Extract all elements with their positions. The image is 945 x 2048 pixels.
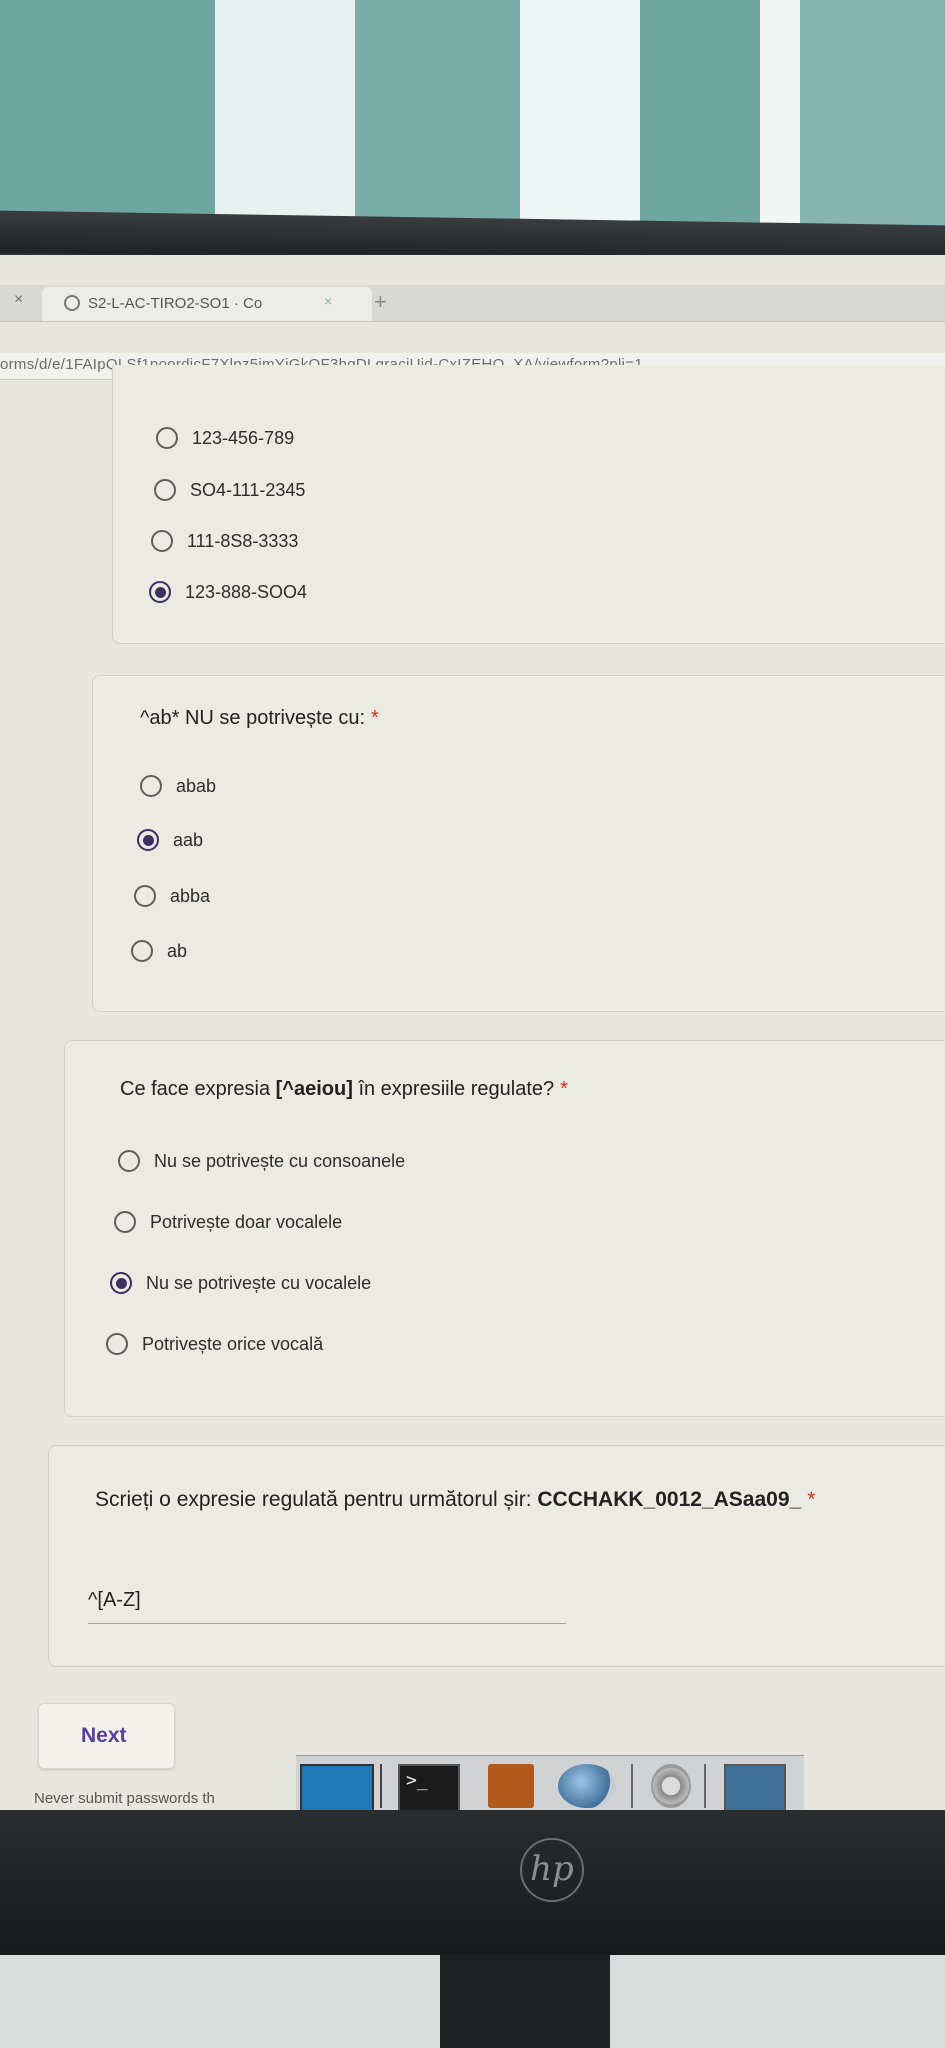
radio-dot [115, 1277, 127, 1289]
radio-option[interactable]: 123-888-SOO4 [149, 581, 307, 603]
radio-button[interactable] [134, 885, 156, 907]
window-app-icon[interactable] [300, 1764, 374, 1810]
radio-option[interactable]: abba [134, 885, 210, 907]
tab-title: S2-L-AC-TIRO2-SO1 · Co [88, 295, 263, 312]
required-asterisk: * [560, 1078, 568, 1100]
option-label: 123-456-789 [192, 427, 295, 448]
radio-option[interactable]: abab [140, 775, 216, 797]
question-title: ^ab* NU se potrivește cu: * [140, 707, 379, 730]
radio-dot [154, 586, 166, 598]
radio-button[interactable] [131, 940, 153, 962]
workspace-icon[interactable] [724, 1764, 786, 1810]
radio-option[interactable]: 111-8S8-3333 [151, 530, 298, 552]
radio-button[interactable] [118, 1150, 140, 1172]
next-button[interactable]: Next [38, 1703, 175, 1769]
hp-logo: hp [520, 1838, 584, 1902]
radio-button-selected[interactable] [110, 1272, 132, 1294]
option-label: 111-8S8-3333 [187, 530, 299, 551]
option-label: Potrivește doar vocalele [150, 1211, 343, 1232]
tab-favicon-icon [64, 295, 80, 311]
file-manager-icon[interactable] [488, 1764, 534, 1808]
separator [704, 1764, 706, 1808]
browser-tab[interactable]: S2-L-AC-TIRO2-SO1 · Co × [42, 287, 372, 321]
option-label: Nu se potrivește cu consoanele [154, 1150, 406, 1171]
required-asterisk: * [807, 1488, 816, 1511]
tab-close-icon[interactable]: × [324, 293, 332, 309]
separator [380, 1764, 382, 1808]
question-text-bold: [^aeiou] [275, 1078, 353, 1100]
taskbar: >_ [296, 1755, 804, 1810]
disk-icon[interactable] [651, 1764, 691, 1808]
radio-button-selected[interactable] [149, 581, 171, 603]
radio-dot [142, 834, 154, 846]
window-background [0, 0, 945, 235]
question-text-bold: CCCHAKK_0012_ASaa09_ [537, 1488, 802, 1511]
option-label: ab [167, 940, 188, 961]
option-label: abab [176, 775, 217, 796]
radio-option[interactable]: Nu se potrivește cu vocalele [110, 1272, 371, 1294]
question-title: Scrieți o expresie regulată pentru următ… [95, 1488, 815, 1512]
option-label: abba [170, 885, 211, 906]
password-warning: Never submit passwords th [34, 1790, 215, 1807]
radio-button[interactable] [106, 1333, 128, 1355]
radio-option[interactable]: ab [131, 940, 187, 962]
separator [631, 1764, 633, 1808]
radio-button[interactable] [151, 530, 173, 552]
question-text-prefix: Scrieți o expresie regulată pentru următ… [95, 1488, 538, 1511]
new-tab-button[interactable]: + [374, 289, 387, 315]
answer-input[interactable]: ^[A-Z] [88, 1581, 566, 1624]
question-text: ^ab* NU se potrivește cu: [140, 707, 366, 729]
next-button-label: Next [81, 1724, 127, 1747]
radio-button-selected[interactable] [137, 829, 159, 851]
browser-tab-bar: × S2-L-AC-TIRO2-SO1 · Co × + [0, 285, 945, 322]
question-text-prefix: Ce face expresia [120, 1078, 276, 1100]
close-tab-icon[interactable]: × [14, 291, 23, 309]
option-label: SO4-111-2345 [190, 479, 306, 500]
required-asterisk: * [371, 707, 379, 729]
option-label: Potrivește orice vocală [142, 1333, 324, 1354]
answer-value: ^[A-Z] [88, 1589, 141, 1611]
question-text-suffix: în expresiile regulate? [352, 1078, 555, 1100]
radio-option[interactable]: Nu se potrivește cu consoanele [118, 1150, 405, 1172]
option-label: aab [173, 829, 204, 850]
radio-option[interactable]: Potrivește doar vocalele [114, 1211, 342, 1233]
option-label: 123-888-SOO4 [185, 581, 308, 602]
monitor-bottom-bezel [0, 1810, 945, 1955]
radio-option[interactable]: aab [137, 829, 203, 851]
radio-option[interactable]: 123-456-789 [156, 427, 294, 449]
browser-globe-icon[interactable] [558, 1764, 616, 1808]
question-title: Ce face expresia [^aeiou] în expresiile … [120, 1078, 568, 1101]
radio-button[interactable] [154, 479, 176, 501]
monitor-stand [440, 1955, 610, 2048]
monitor-screen: × S2-L-AC-TIRO2-SO1 · Co × + orms/d/e/1F… [0, 255, 945, 1810]
terminal-glyph: >_ [406, 1770, 428, 1791]
radio-button[interactable] [114, 1211, 136, 1233]
radio-option[interactable]: SO4-111-2345 [154, 479, 305, 501]
option-label: Nu se potrivește cu vocalele [146, 1272, 372, 1293]
question-card-4 [48, 1445, 945, 1667]
terminal-icon[interactable]: >_ [398, 1764, 460, 1810]
radio-button[interactable] [140, 775, 162, 797]
radio-option[interactable]: Potrivește orice vocală [106, 1333, 323, 1355]
radio-button[interactable] [156, 427, 178, 449]
